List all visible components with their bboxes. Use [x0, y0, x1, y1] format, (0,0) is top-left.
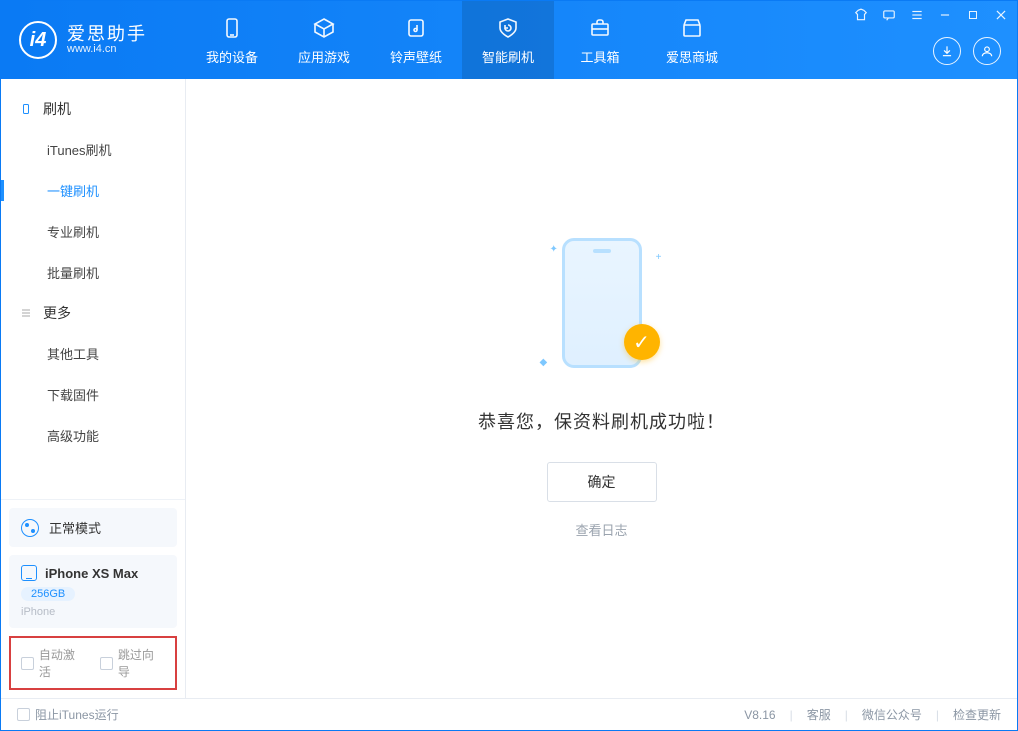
device-icon	[21, 565, 37, 581]
logo-icon: i4	[19, 21, 57, 59]
device-type: iPhone	[21, 606, 165, 618]
wechat-link[interactable]: 微信公众号	[862, 706, 922, 723]
sparkle-icon: ✦	[550, 244, 558, 255]
support-link[interactable]: 客服	[807, 706, 831, 723]
version-label: V8.16	[744, 708, 775, 722]
logo-area: i4 爱思助手 www.i4.cn	[1, 1, 186, 79]
device-mode[interactable]: 正常模式	[9, 508, 177, 547]
device-storage: 256GB	[21, 587, 75, 601]
close-icon[interactable]	[993, 7, 1009, 23]
maximize-icon[interactable]	[965, 7, 981, 23]
account-button[interactable]	[973, 37, 1001, 65]
device-name: iPhone XS Max	[45, 566, 138, 581]
checkbox-auto-activate[interactable]: 自动激活	[21, 646, 86, 680]
sparkle-icon: +	[656, 252, 662, 263]
download-button[interactable]	[933, 37, 961, 65]
titlebar: i4 爱思助手 www.i4.cn 我的设备 应用游戏 铃声壁纸 智能刷机	[1, 1, 1017, 79]
device-panel: 正常模式 iPhone XS Max 256GB iPhone 自动激活	[1, 499, 185, 698]
nav-my-device[interactable]: 我的设备	[186, 1, 278, 79]
main-panel: ✓ ✦ ◆ + 恭喜您，保资料刷机成功啦！ 确定 查看日志	[186, 79, 1017, 698]
skin-icon[interactable]	[853, 7, 869, 23]
ok-button[interactable]: 确定	[547, 462, 657, 502]
checkbox-icon	[100, 657, 113, 670]
minimize-icon[interactable]	[937, 7, 953, 23]
checkmark-badge-icon: ✓	[624, 324, 660, 360]
checkbox-skip-guide[interactable]: 跳过向导	[100, 646, 165, 680]
group-flash: 刷机	[1, 89, 185, 129]
checkbox-icon	[21, 657, 34, 670]
cube-icon	[311, 15, 337, 41]
refresh-shield-icon	[495, 15, 521, 41]
feedback-icon[interactable]	[881, 7, 897, 23]
statusbar: 阻止iTunes运行 V8.16 | 客服 | 微信公众号 | 检查更新	[1, 698, 1017, 730]
highlighted-options: 自动激活 跳过向导	[9, 636, 177, 690]
nav-toolbox[interactable]: 工具箱	[554, 1, 646, 79]
check-update-link[interactable]: 检查更新	[953, 706, 1001, 723]
nav-apps[interactable]: 应用游戏	[278, 1, 370, 79]
success-message: 恭喜您，保资料刷机成功啦！	[478, 408, 725, 434]
sidebar-item-firmware[interactable]: 下载固件	[1, 374, 185, 415]
window-controls	[853, 7, 1009, 23]
sparkle-icon: ◆	[540, 357, 548, 368]
app-window: i4 爱思助手 www.i4.cn 我的设备 应用游戏 铃声壁纸 智能刷机	[0, 0, 1018, 731]
app-name: 爱思助手	[67, 25, 147, 44]
toolbox-icon	[587, 15, 613, 41]
sidebar-item-oneclick-flash[interactable]: 一键刷机	[1, 170, 185, 211]
sidebar-item-other-tools[interactable]: 其他工具	[1, 333, 185, 374]
group-more: 更多	[1, 293, 185, 333]
nav-mall[interactable]: 爱思商城	[646, 1, 738, 79]
success-illustration: ✓ ✦ ◆ +	[532, 238, 672, 378]
device-small-icon	[19, 102, 33, 116]
music-icon	[403, 15, 429, 41]
body: 刷机 iTunes刷机 一键刷机 专业刷机 批量刷机 更多 其他工具 下载固件 …	[1, 79, 1017, 698]
phone-icon	[219, 15, 245, 41]
device-card[interactable]: iPhone XS Max 256GB iPhone	[9, 555, 177, 628]
menu-icon[interactable]	[909, 7, 925, 23]
titlebar-actions	[933, 37, 1001, 65]
nav-smart-flash[interactable]: 智能刷机	[462, 1, 554, 79]
nav-ringtone[interactable]: 铃声壁纸	[370, 1, 462, 79]
sidebar: 刷机 iTunes刷机 一键刷机 专业刷机 批量刷机 更多 其他工具 下载固件 …	[1, 79, 186, 698]
shop-icon	[679, 15, 705, 41]
mode-icon	[21, 519, 39, 537]
view-log-link[interactable]: 查看日志	[575, 520, 627, 539]
sidebar-item-batch-flash[interactable]: 批量刷机	[1, 252, 185, 293]
sidebar-item-pro-flash[interactable]: 专业刷机	[1, 211, 185, 252]
checkbox-block-itunes[interactable]: 阻止iTunes运行	[17, 706, 119, 723]
sidebar-item-itunes-flash[interactable]: iTunes刷机	[1, 129, 185, 170]
checkbox-icon	[17, 708, 30, 721]
top-nav: 我的设备 应用游戏 铃声壁纸 智能刷机 工具箱 爱思商城	[186, 1, 738, 79]
list-icon	[19, 306, 33, 320]
app-url: www.i4.cn	[67, 43, 147, 55]
sidebar-item-advanced[interactable]: 高级功能	[1, 415, 185, 456]
